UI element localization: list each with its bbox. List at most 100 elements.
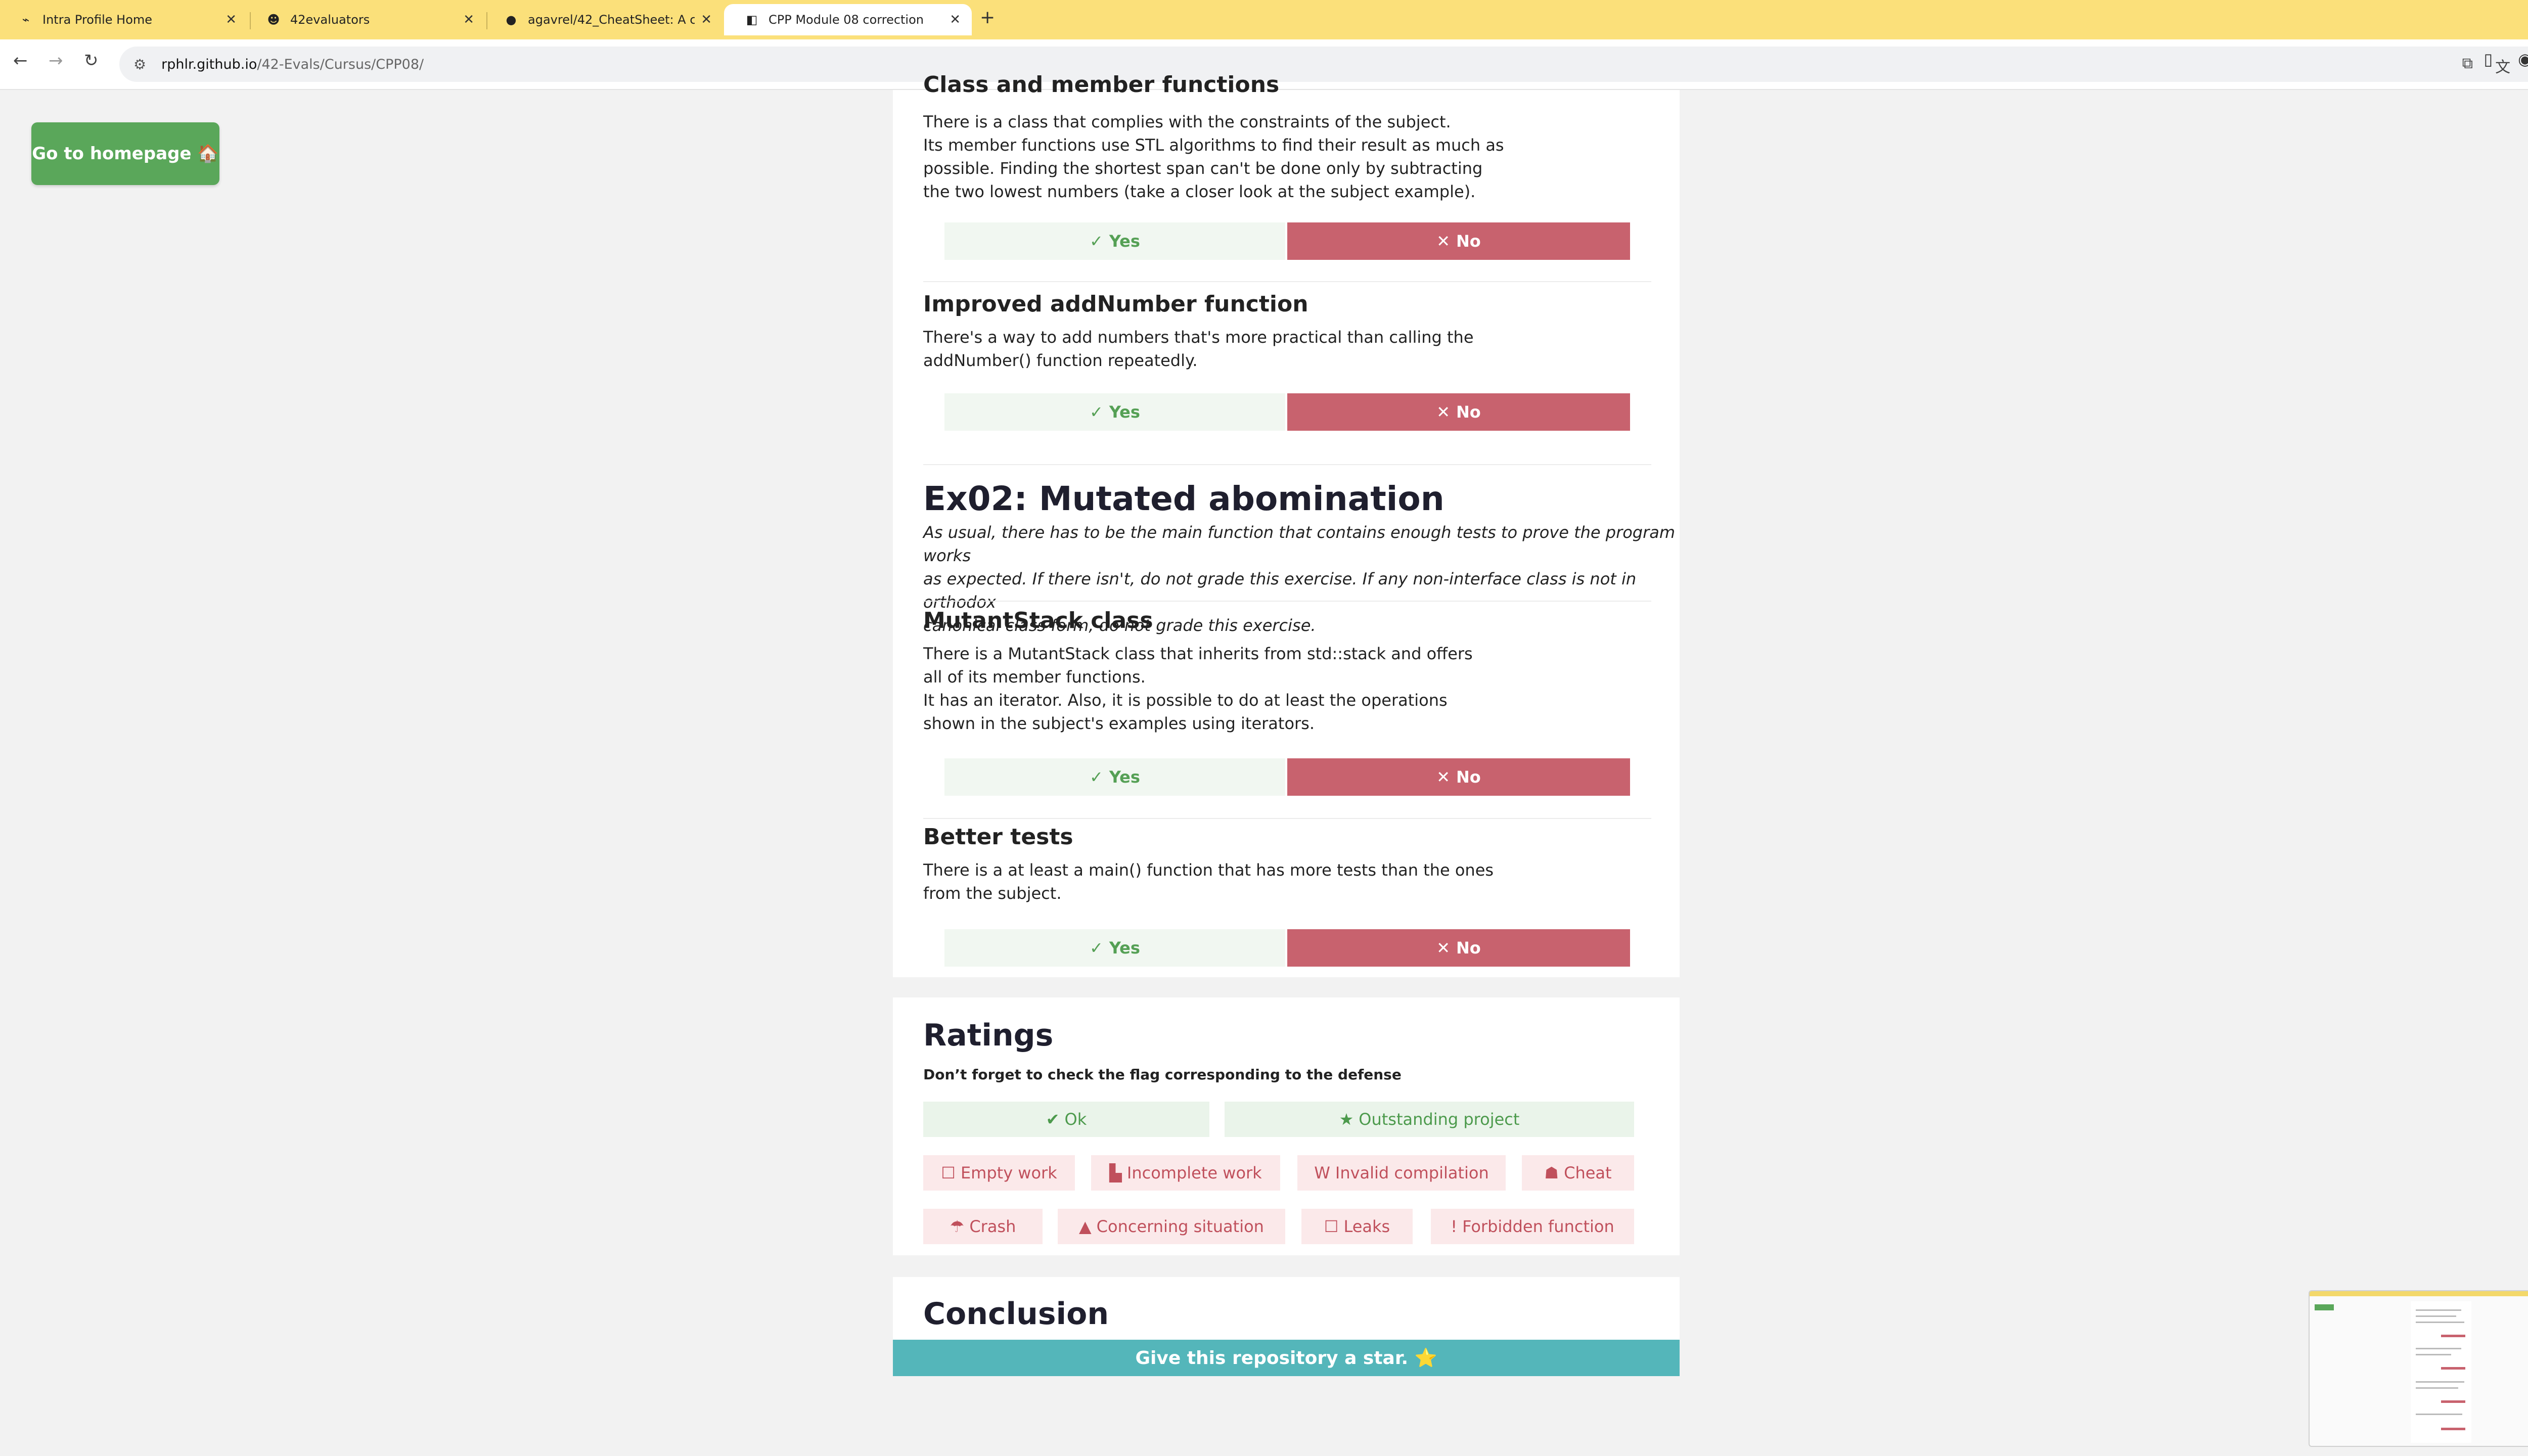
tab-cpp08-correction[interactable]: ◧ CPP Module 08 correction ✕ (724, 4, 972, 35)
minimap-line (2416, 1348, 2461, 1349)
rating-invalid-compilation-button[interactable]: W Invalid compilation (1297, 1155, 1506, 1191)
yes-button-addnumber[interactable]: ✓ Yes (944, 393, 1285, 431)
close-icon[interactable]: ✕ (463, 12, 474, 27)
tab-intra-profile[interactable]: ⌁ Intra Profile Home ✕ (0, 4, 248, 35)
text-line: the two lowest numbers (take a closer lo… (923, 182, 1476, 201)
ratings-card: Ratings Don’t forget to check the flag c… (893, 997, 1680, 1255)
yes-button-better-tests[interactable]: ✓ Yes (944, 929, 1285, 967)
minimap-line (2416, 1387, 2458, 1389)
cross-icon: ✕ (1436, 767, 1451, 787)
address-bar[interactable]: ⚙ rphlr.github.io/42-Evals/Cursus/CPP08/… (119, 47, 2528, 82)
divider (923, 281, 1651, 282)
rating-cheat-button[interactable]: ☗ Cheat (1522, 1155, 1634, 1191)
text-line: There is a class that complies with the … (923, 112, 1451, 131)
rating-empty-work-button[interactable]: ☐ Empty work (923, 1155, 1075, 1191)
no-button-addnumber[interactable]: ✕ No (1287, 393, 1630, 431)
rating-concerning-situation-button[interactable]: ▲ Concerning situation (1058, 1209, 1285, 1244)
close-icon[interactable]: ✕ (225, 12, 237, 27)
avatar[interactable]: ◉ (2518, 50, 2528, 69)
rating-label: Empty work (960, 1163, 1057, 1182)
yes-button-mutantstack[interactable]: ✓ Yes (944, 758, 1285, 796)
text-line: as expected. If there isn't, do not grad… (923, 569, 1637, 612)
minimap-line (2416, 1414, 2462, 1415)
yes-button-class[interactable]: ✓ Yes (944, 222, 1285, 260)
cheat-icon: ☗ (1544, 1163, 1559, 1182)
evaluation-card: Class and member functions There is a cl… (893, 72, 1680, 977)
url-host: rphlr.github.io (161, 56, 257, 72)
reload-icon[interactable]: ↻ (84, 51, 99, 71)
document-icon: ▙ (1109, 1163, 1122, 1182)
text-line: As usual, there has to be the main funct… (923, 523, 1676, 565)
minimap-no-bar (2441, 1335, 2465, 1337)
exclamation-icon: ! (1451, 1217, 1458, 1236)
no-label: No (1456, 767, 1481, 787)
github-icon: ● (506, 13, 517, 27)
divider (923, 818, 1651, 819)
minimap-line (2416, 1315, 2456, 1317)
rating-forbidden-function-button[interactable]: ! Forbidden function (1431, 1209, 1634, 1244)
rating-incomplete-work-button[interactable]: ▙ Incomplete work (1091, 1155, 1280, 1191)
section-text-better-tests: There is a at least a main() function th… (923, 858, 1494, 905)
side-panel-icon[interactable]: ▯ (2484, 50, 2493, 69)
check-icon: ✓ (1090, 402, 1103, 422)
minimap-line (2416, 1354, 2451, 1355)
checkmark-icon: ✔ (1046, 1110, 1060, 1129)
divider (923, 464, 1651, 465)
page-minimap[interactable] (2309, 1290, 2528, 1447)
text-line: It has an iterator. Also, it is possible… (923, 691, 1448, 710)
no-button-class[interactable]: ✕ No (1287, 222, 1630, 260)
section-title-mutantstack: MutantStack class (923, 608, 1153, 633)
yes-label: Yes (1109, 402, 1140, 422)
divider (923, 601, 1651, 602)
no-label: No (1456, 232, 1481, 251)
section-title-class: Class and member functions (923, 72, 1280, 98)
conclusion-title: Conclusion (923, 1296, 1109, 1332)
rating-ok-button[interactable]: ✔ Ok (923, 1102, 1209, 1137)
text-line: all of its member functions. (923, 667, 1146, 687)
tab-title: CPP Module 08 correction (769, 13, 924, 27)
close-icon[interactable]: ✕ (701, 12, 712, 27)
yes-label: Yes (1109, 938, 1140, 958)
warning-w-icon: W (1314, 1163, 1330, 1182)
star-repository-banner[interactable]: Give this repository a star. ⭐ (893, 1340, 1680, 1376)
tab-bar: ⌁ Intra Profile Home ✕ ☻ 42evaluators ✕ … (0, 0, 2528, 39)
install-app-icon[interactable]: ⧉ (2462, 55, 2473, 77)
rating-outstanding-button[interactable]: ★ Outstanding project (1225, 1102, 1634, 1137)
star-icon: ★ (1339, 1110, 1354, 1129)
url-text[interactable]: rphlr.github.io/42-Evals/Cursus/CPP08/ (161, 57, 424, 72)
rating-leaks-button[interactable]: ☐ Leaks (1301, 1209, 1413, 1244)
text-line: addNumber() function repeatedly. (923, 351, 1198, 370)
section-title-better-tests: Better tests (923, 824, 1073, 850)
minimap-line (2416, 1381, 2464, 1383)
section-text-class: There is a class that complies with the … (923, 110, 1504, 203)
rating-label: Outstanding project (1359, 1110, 1520, 1129)
toolbar-right-icons: ▯ ◉ ⋮ (2484, 50, 2528, 69)
yes-label: Yes (1109, 767, 1140, 787)
text-line: Its member functions use STL algorithms … (923, 135, 1504, 155)
close-icon[interactable]: ✕ (950, 12, 961, 27)
minimap-no-bar (2441, 1428, 2465, 1430)
42-logo-icon: ⌁ (22, 13, 30, 27)
page-viewport: Go to homepage 🏠 Class and member functi… (0, 72, 2528, 1456)
tab-42evaluators[interactable]: ☻ 42evaluators ✕ (248, 4, 485, 35)
minimap-line (2416, 1322, 2464, 1323)
site-icon: ◧ (746, 13, 758, 27)
ratings-subtitle: Don’t forget to check the flag correspon… (923, 1066, 1402, 1083)
no-button-mutantstack[interactable]: ✕ No (1287, 758, 1630, 796)
leak-box-icon: ☐ (1324, 1217, 1339, 1236)
text-line: from the subject. (923, 884, 1062, 903)
crash-icon: ☂ (950, 1217, 965, 1236)
back-icon[interactable]: ← (13, 51, 28, 71)
empty-box-icon: ☐ (941, 1163, 956, 1182)
forward-icon[interactable]: → (49, 51, 63, 71)
site-settings-icon[interactable]: ⚙ (133, 56, 146, 73)
rating-crash-button[interactable]: ☂ Crash (923, 1209, 1043, 1244)
go-to-homepage-button[interactable]: Go to homepage 🏠 (31, 122, 219, 185)
section-text-addnumber: There's a way to add numbers that's more… (923, 326, 1474, 372)
tab-title: Intra Profile Home (42, 13, 153, 27)
text-line: There is a MutantStack class that inheri… (923, 644, 1473, 663)
no-button-better-tests[interactable]: ✕ No (1287, 929, 1630, 967)
new-tab-button[interactable]: + (980, 7, 995, 28)
warning-triangle-icon: ▲ (1079, 1217, 1092, 1236)
tab-cheatsheet[interactable]: ● agavrel/42_CheatSheet: A co ✕ (485, 4, 723, 35)
